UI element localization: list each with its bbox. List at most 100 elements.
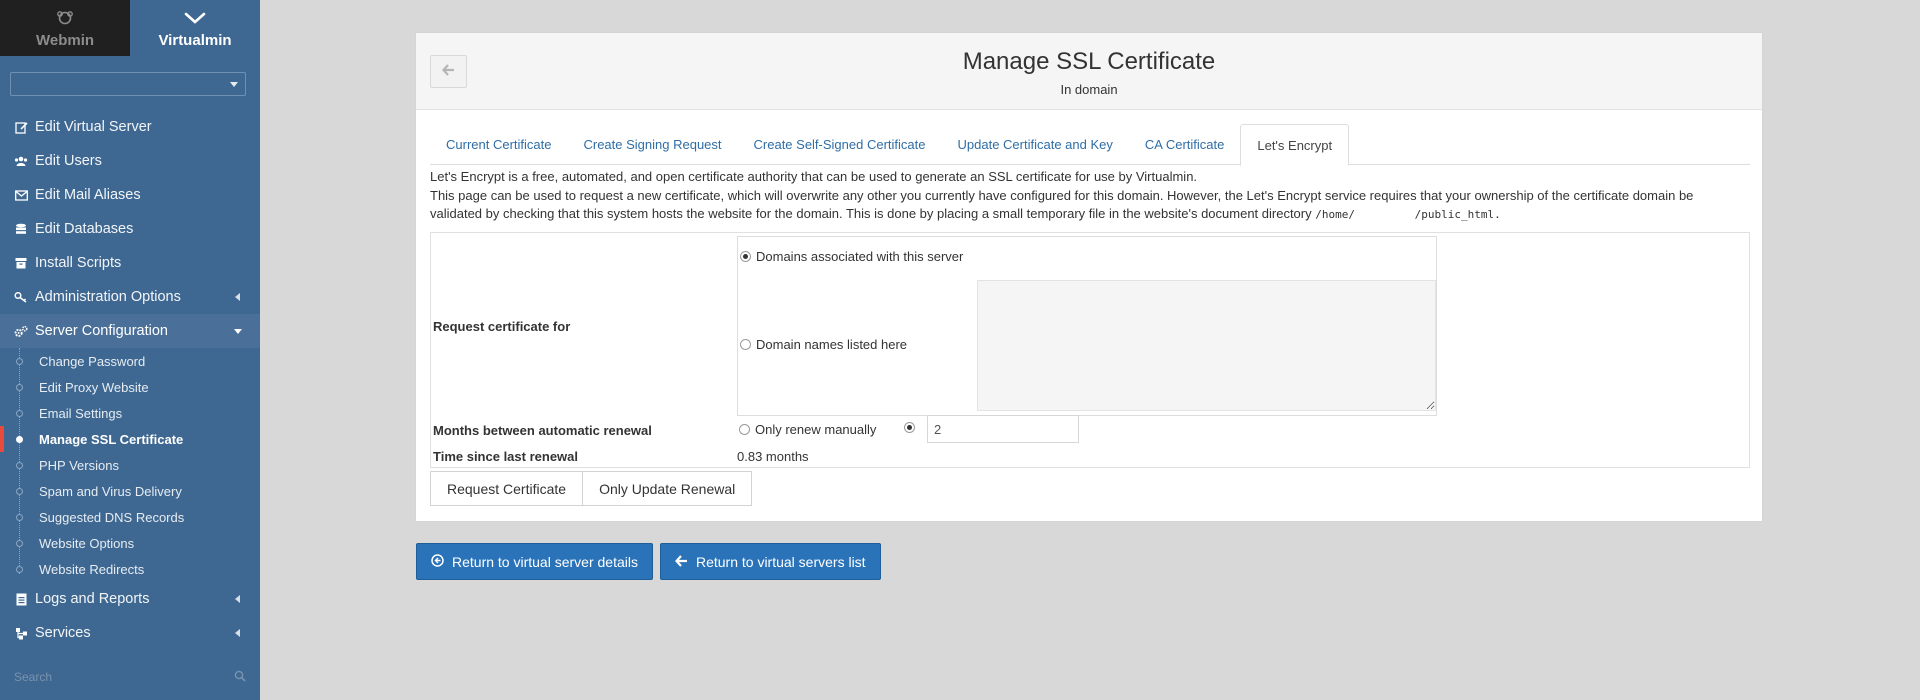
sidebar-search bbox=[14, 668, 246, 686]
bullet-icon bbox=[16, 384, 23, 391]
sidebar-subitem-label: Change Password bbox=[39, 353, 146, 369]
sidebar-subitem-label: Email Settings bbox=[39, 405, 123, 421]
sidebar-subitem-website-options[interactable]: Website Options bbox=[0, 530, 260, 556]
months-input[interactable] bbox=[927, 415, 1079, 443]
form-actions: Request Certificate Only Update Renewal bbox=[430, 471, 753, 506]
domains-option-box: Domains associated with this server Doma… bbox=[737, 236, 1437, 416]
button-label: Return to virtual server details bbox=[452, 553, 638, 570]
webmin-logo-icon bbox=[56, 8, 74, 28]
sidebar-subitem-php-versions[interactable]: PHP Versions bbox=[0, 452, 260, 478]
request-certificate-button[interactable]: Request Certificate bbox=[430, 471, 584, 506]
radio-renew-months[interactable] bbox=[904, 422, 915, 433]
sidebar: Webmin Virtualmin Edit Virtual Server Ed… bbox=[0, 0, 260, 700]
sidebar-subitem-label: Manage SSL Certificate bbox=[39, 431, 184, 447]
tab-create-signing-request[interactable]: Create Signing Request bbox=[567, 124, 737, 165]
sidebar-item-edit-virtual-server[interactable]: Edit Virtual Server bbox=[0, 110, 260, 144]
edit-icon bbox=[14, 120, 28, 134]
time-since-renewal-label: Time since last renewal bbox=[433, 449, 578, 464]
bullet-icon bbox=[16, 540, 23, 547]
certificate-tabs: Current Certificate Create Signing Reque… bbox=[430, 124, 1750, 166]
sidebar-item-label: Server Configuration bbox=[35, 323, 168, 339]
sidebar-subitem-spam-and-virus-delivery[interactable]: Spam and Virus Delivery bbox=[0, 478, 260, 504]
database-icon bbox=[14, 222, 28, 236]
sidebar-subitem-website-redirects[interactable]: Website Redirects bbox=[0, 556, 260, 582]
search-icon[interactable] bbox=[234, 670, 246, 685]
lets-encrypt-form: Request certificate for Domains associat… bbox=[430, 232, 1750, 468]
sidebar-subitem-edit-proxy-website[interactable]: Edit Proxy Website bbox=[0, 374, 260, 400]
sidebar-item-label: Edit Mail Aliases bbox=[35, 187, 141, 203]
radio-renew-manually[interactable] bbox=[739, 424, 750, 435]
arrow-circle-left-icon bbox=[431, 553, 444, 570]
tab-update-certificate-and-key[interactable]: Update Certificate and Key bbox=[942, 124, 1129, 165]
description-line: This page can be used to request a new c… bbox=[430, 187, 1694, 203]
sidebar-menu: Edit Virtual Server Edit Users Edit Mail… bbox=[0, 110, 260, 650]
request-certificate-label: Request certificate for bbox=[433, 319, 571, 334]
document-path-period: . bbox=[1494, 208, 1501, 221]
document-path-end: /public_html bbox=[1414, 208, 1495, 221]
tab-current-certificate[interactable]: Current Certificate bbox=[430, 124, 567, 165]
bullet-icon bbox=[16, 462, 23, 469]
return-to-servers-list-button[interactable]: Return to virtual servers list bbox=[659, 543, 881, 580]
sidebar-item-edit-databases[interactable]: Edit Databases bbox=[0, 212, 260, 246]
chevron-left-icon bbox=[235, 293, 240, 301]
chevron-down-icon bbox=[230, 82, 238, 87]
sidebar-item-logs-and-reports[interactable]: Logs and Reports bbox=[0, 582, 260, 616]
bullet-icon bbox=[16, 566, 23, 573]
chevron-down-icon bbox=[234, 329, 242, 334]
sidebar-item-label: Administration Options bbox=[35, 289, 181, 305]
description-line: Let's Encrypt is a free, automated, and … bbox=[430, 169, 1198, 184]
radio-domains-listed[interactable] bbox=[740, 339, 751, 350]
only-update-renewal-button[interactable]: Only Update Renewal bbox=[583, 471, 753, 506]
option-renew-manually: Only renew manually bbox=[739, 422, 876, 437]
option-domains-listed: Domain names listed here bbox=[740, 337, 907, 352]
sidebar-subitem-label: Website Redirects bbox=[39, 561, 145, 577]
option-label: Domains associated with this server bbox=[756, 249, 964, 264]
sidebar-subitem-label: Website Options bbox=[39, 535, 135, 551]
search-input[interactable] bbox=[14, 668, 224, 686]
sidebar-item-label: Logs and Reports bbox=[35, 591, 150, 607]
domain-select[interactable] bbox=[10, 72, 246, 96]
sitemap-icon bbox=[14, 626, 28, 640]
sidebar-item-server-configuration[interactable]: Server Configuration bbox=[0, 314, 260, 348]
sidebar-subitem-manage-ssl-certificate[interactable]: Manage SSL Certificate bbox=[0, 426, 260, 452]
key-icon bbox=[14, 290, 28, 304]
sidebar-subitem-email-settings[interactable]: Email Settings bbox=[0, 400, 260, 426]
envelope-icon bbox=[14, 188, 28, 202]
webmin-tab[interactable]: Webmin bbox=[0, 0, 130, 56]
chevron-left-icon bbox=[235, 595, 240, 603]
sidebar-subitem-change-password[interactable]: Change Password bbox=[0, 348, 260, 374]
sidebar-subitem-label: Suggested DNS Records bbox=[39, 509, 185, 525]
sidebar-item-install-scripts[interactable]: Install Scripts bbox=[0, 246, 260, 280]
sidebar-item-edit-users[interactable]: Edit Users bbox=[0, 144, 260, 178]
radio-domains-associated[interactable] bbox=[740, 251, 751, 262]
months-renewal-label: Months between automatic renewal bbox=[433, 423, 652, 438]
option-domains-associated: Domains associated with this server bbox=[740, 249, 963, 264]
page-title: Manage SSL Certificate bbox=[962, 48, 1216, 75]
users-icon bbox=[14, 154, 28, 168]
product-switcher: Webmin Virtualmin bbox=[0, 0, 260, 56]
sidebar-subitem-label: Edit Proxy Website bbox=[39, 379, 149, 395]
description-line: validated by checking that this system h… bbox=[430, 205, 1750, 225]
tab-ca-certificate[interactable]: CA Certificate bbox=[1129, 124, 1240, 165]
main-panel: Manage SSL Certificate In domain Current… bbox=[415, 32, 1763, 522]
document-path-start: /home/ bbox=[1315, 208, 1355, 221]
bullet-icon bbox=[16, 488, 23, 495]
tab-create-self-signed-certificate[interactable]: Create Self-Signed Certificate bbox=[738, 124, 942, 165]
webmin-tab-label: Webmin bbox=[35, 31, 95, 49]
virtualmin-tab[interactable]: Virtualmin bbox=[130, 0, 260, 56]
sidebar-item-services[interactable]: Services bbox=[0, 616, 260, 650]
option-renew-months bbox=[904, 422, 915, 433]
button-label: Return to virtual servers list bbox=[695, 553, 866, 570]
sidebar-item-edit-mail-aliases[interactable]: Edit Mail Aliases bbox=[0, 178, 260, 212]
domain-names-textarea[interactable] bbox=[977, 280, 1436, 411]
server-configuration-submenu: Change Password Edit Proxy Website Email… bbox=[0, 348, 260, 582]
report-icon bbox=[14, 592, 28, 606]
return-to-server-details-button[interactable]: Return to virtual server details bbox=[416, 543, 653, 580]
bullet-icon bbox=[16, 358, 23, 365]
sidebar-subitem-suggested-dns-records[interactable]: Suggested DNS Records bbox=[0, 504, 260, 530]
sidebar-item-label: Edit Databases bbox=[35, 221, 134, 237]
bullet-icon bbox=[16, 410, 23, 417]
tab-lets-encrypt[interactable]: Let's Encrypt bbox=[1240, 124, 1350, 166]
virtualmin-tab-label: Virtualmin bbox=[158, 31, 232, 49]
sidebar-item-administration-options[interactable]: Administration Options bbox=[0, 280, 260, 314]
